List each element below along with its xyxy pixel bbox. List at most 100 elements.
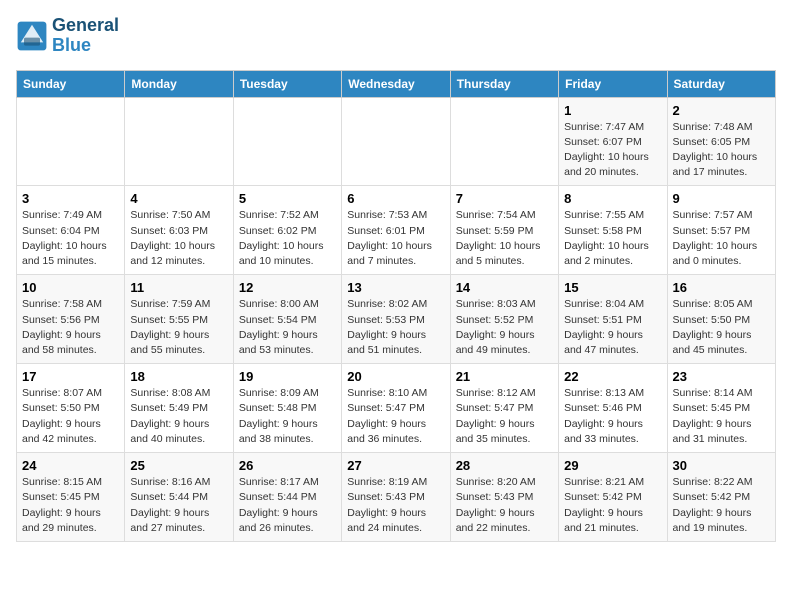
calendar-week-1: 1Sunrise: 7:47 AMSunset: 6:07 PMDaylight… (17, 97, 776, 186)
calendar-week-3: 10 Sunrise: 7:58 AMSunset: 5:56 PMDayligh… (17, 275, 776, 364)
day-number: 20 (347, 369, 444, 384)
day-number: 8 (564, 191, 661, 206)
day-info: Sunrise: 8:04 AMSunset: 5:51 PMDaylight:… (564, 297, 661, 358)
calendar-cell: 17 Sunrise: 8:07 AMSunset: 5:50 PMDayligh… (17, 364, 125, 453)
day-number: 19 (239, 369, 336, 384)
calendar-cell: 21Sunrise: 8:12 AMSunset: 5:47 PMDayligh… (450, 364, 558, 453)
calendar-cell: 24Sunrise: 8:15 AMSunset: 5:45 PMDayligh… (17, 453, 125, 542)
day-info: Sunrise: 8:16 AMSunset: 5:44 PMDaylight:… (130, 475, 227, 536)
day-number: 11 (130, 280, 227, 295)
day-number: 29 (564, 458, 661, 473)
day-info: Sunrise: 8:08 AMSunset: 5:49 PMDaylight:… (130, 386, 227, 447)
weekday-header-friday: Friday (559, 70, 667, 97)
day-info: Sunrise: 7:47 AMSunset: 6:07 PMDaylight:… (564, 120, 661, 181)
calendar-cell: 12 Sunrise: 8:00 AMSunset: 5:54 PMDayligh… (233, 275, 341, 364)
calendar-cell: 15 Sunrise: 8:04 AMSunset: 5:51 PMDayligh… (559, 275, 667, 364)
calendar-cell (450, 97, 558, 186)
weekday-header-wednesday: Wednesday (342, 70, 450, 97)
calendar-cell: 8 Sunrise: 7:55 AMSunset: 5:58 PMDaylight… (559, 186, 667, 275)
calendar-cell (342, 97, 450, 186)
weekday-header-tuesday: Tuesday (233, 70, 341, 97)
day-info: Sunrise: 7:58 AMSunset: 5:56 PMDaylight:… (22, 297, 119, 358)
logo: General Blue (16, 16, 119, 56)
calendar-cell: 6Sunrise: 7:53 AMSunset: 6:01 PMDaylight… (342, 186, 450, 275)
calendar-cell: 30 Sunrise: 8:22 AMSunset: 5:42 PMDayligh… (667, 453, 775, 542)
day-number: 12 (239, 280, 336, 295)
day-info: Sunrise: 7:53 AMSunset: 6:01 PMDaylight:… (347, 208, 444, 269)
day-info: Sunrise: 8:07 AMSunset: 5:50 PMDaylight:… (22, 386, 119, 447)
calendar-cell: 23 Sunrise: 8:14 AMSunset: 5:45 PMDayligh… (667, 364, 775, 453)
day-info: Sunrise: 8:09 AMSunset: 5:48 PMDaylight:… (239, 386, 336, 447)
calendar-cell: 28Sunrise: 8:20 AMSunset: 5:43 PMDayligh… (450, 453, 558, 542)
calendar-cell: 25 Sunrise: 8:16 AMSunset: 5:44 PMDayligh… (125, 453, 233, 542)
calendar-cell (233, 97, 341, 186)
calendar-cell: 26 Sunrise: 8:17 AMSunset: 5:44 PMDayligh… (233, 453, 341, 542)
day-info: Sunrise: 8:22 AMSunset: 5:42 PMDaylight:… (673, 475, 770, 536)
day-number: 23 (673, 369, 770, 384)
calendar-cell: 3 Sunrise: 7:49 AMSunset: 6:04 PMDaylight… (17, 186, 125, 275)
calendar-cell: 7 Sunrise: 7:54 AMSunset: 5:59 PMDaylight… (450, 186, 558, 275)
day-number: 26 (239, 458, 336, 473)
day-info: Sunrise: 7:59 AMSunset: 5:55 PMDaylight:… (130, 297, 227, 358)
day-number: 25 (130, 458, 227, 473)
day-info: Sunrise: 7:48 AMSunset: 6:05 PMDaylight:… (673, 120, 770, 181)
weekday-header-sunday: Sunday (17, 70, 125, 97)
calendar-week-2: 3 Sunrise: 7:49 AMSunset: 6:04 PMDaylight… (17, 186, 776, 275)
day-info: Sunrise: 8:17 AMSunset: 5:44 PMDaylight:… (239, 475, 336, 536)
calendar-cell: 9 Sunrise: 7:57 AMSunset: 5:57 PMDaylight… (667, 186, 775, 275)
day-info: Sunrise: 8:02 AMSunset: 5:53 PMDaylight:… (347, 297, 444, 358)
calendar-cell (125, 97, 233, 186)
calendar-cell: 13 Sunrise: 8:02 AMSunset: 5:53 PMDayligh… (342, 275, 450, 364)
day-number: 17 (22, 369, 119, 384)
calendar-week-5: 24Sunrise: 8:15 AMSunset: 5:45 PMDayligh… (17, 453, 776, 542)
calendar-cell: 27 Sunrise: 8:19 AMSunset: 5:43 PMDayligh… (342, 453, 450, 542)
day-number: 2 (673, 103, 770, 118)
day-info: Sunrise: 7:54 AMSunset: 5:59 PMDaylight:… (456, 208, 553, 269)
day-number: 22 (564, 369, 661, 384)
calendar-cell: 10 Sunrise: 7:58 AMSunset: 5:56 PMDayligh… (17, 275, 125, 364)
calendar-cell: 22 Sunrise: 8:13 AMSunset: 5:46 PMDayligh… (559, 364, 667, 453)
day-info: Sunrise: 7:52 AMSunset: 6:02 PMDaylight:… (239, 208, 336, 269)
day-number: 4 (130, 191, 227, 206)
calendar-cell: 18Sunrise: 8:08 AMSunset: 5:49 PMDayligh… (125, 364, 233, 453)
calendar-cell: 4 Sunrise: 7:50 AMSunset: 6:03 PMDaylight… (125, 186, 233, 275)
day-number: 3 (22, 191, 119, 206)
calendar-cell: 2 Sunrise: 7:48 AMSunset: 6:05 PMDaylight… (667, 97, 775, 186)
day-number: 27 (347, 458, 444, 473)
calendar-cell: 29 Sunrise: 8:21 AMSunset: 5:42 PMDayligh… (559, 453, 667, 542)
day-info: Sunrise: 8:10 AMSunset: 5:47 PMDaylight:… (347, 386, 444, 447)
logo-text: General Blue (52, 16, 119, 56)
calendar-cell: 14 Sunrise: 8:03 AMSunset: 5:52 PMDayligh… (450, 275, 558, 364)
day-number: 13 (347, 280, 444, 295)
day-number: 16 (673, 280, 770, 295)
weekday-header-monday: Monday (125, 70, 233, 97)
day-info: Sunrise: 8:13 AMSunset: 5:46 PMDaylight:… (564, 386, 661, 447)
day-number: 5 (239, 191, 336, 206)
day-info: Sunrise: 8:03 AMSunset: 5:52 PMDaylight:… (456, 297, 553, 358)
day-number: 30 (673, 458, 770, 473)
logo-icon (16, 20, 48, 52)
calendar-cell: 19 Sunrise: 8:09 AMSunset: 5:48 PMDayligh… (233, 364, 341, 453)
day-number: 28 (456, 458, 553, 473)
day-info: Sunrise: 8:21 AMSunset: 5:42 PMDaylight:… (564, 475, 661, 536)
day-info: Sunrise: 8:19 AMSunset: 5:43 PMDaylight:… (347, 475, 444, 536)
day-number: 14 (456, 280, 553, 295)
day-number: 7 (456, 191, 553, 206)
calendar-cell: 16 Sunrise: 8:05 AMSunset: 5:50 PMDayligh… (667, 275, 775, 364)
calendar-week-4: 17 Sunrise: 8:07 AMSunset: 5:50 PMDayligh… (17, 364, 776, 453)
day-info: Sunrise: 7:50 AMSunset: 6:03 PMDaylight:… (130, 208, 227, 269)
calendar-cell: 5 Sunrise: 7:52 AMSunset: 6:02 PMDaylight… (233, 186, 341, 275)
day-info: Sunrise: 7:49 AMSunset: 6:04 PMDaylight:… (22, 208, 119, 269)
day-info: Sunrise: 8:00 AMSunset: 5:54 PMDaylight:… (239, 297, 336, 358)
day-info: Sunrise: 8:05 AMSunset: 5:50 PMDaylight:… (673, 297, 770, 358)
day-info: Sunrise: 7:57 AMSunset: 5:57 PMDaylight:… (673, 208, 770, 269)
day-info: Sunrise: 8:14 AMSunset: 5:45 PMDaylight:… (673, 386, 770, 447)
day-info: Sunrise: 7:55 AMSunset: 5:58 PMDaylight:… (564, 208, 661, 269)
day-number: 10 (22, 280, 119, 295)
calendar-cell: 11 Sunrise: 7:59 AMSunset: 5:55 PMDayligh… (125, 275, 233, 364)
day-info: Sunrise: 8:12 AMSunset: 5:47 PMDaylight:… (456, 386, 553, 447)
day-number: 15 (564, 280, 661, 295)
calendar-cell (17, 97, 125, 186)
calendar-cell: 20 Sunrise: 8:10 AMSunset: 5:47 PMDayligh… (342, 364, 450, 453)
day-number: 9 (673, 191, 770, 206)
